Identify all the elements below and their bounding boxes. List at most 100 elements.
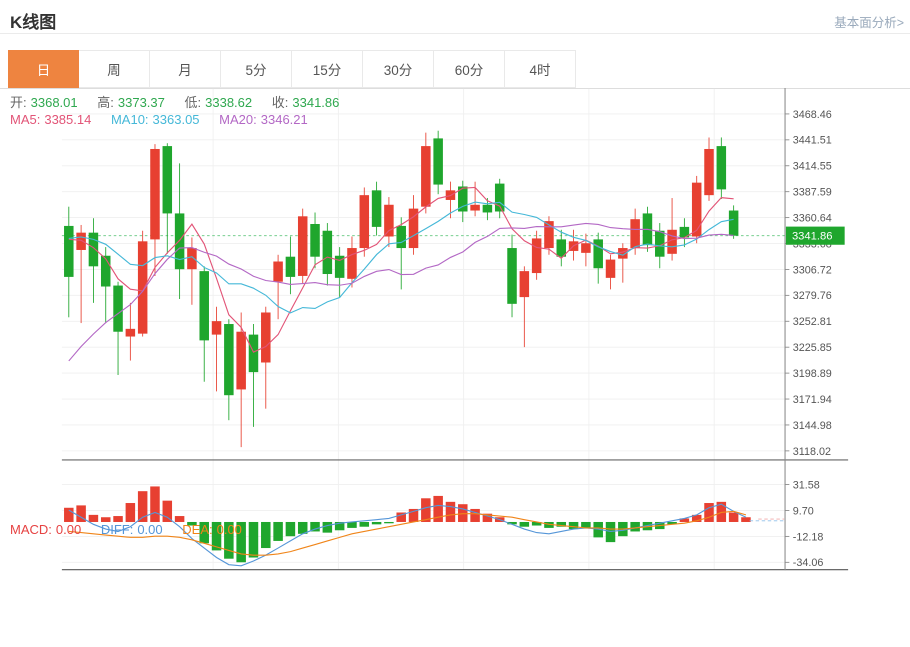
macd-axis-labels: 31.58 9.70 -12.18 -34.06 [785,479,823,569]
candle [89,233,99,267]
candle [175,213,185,269]
price-tick-label: 3171.94 [793,394,832,406]
candle [692,183,702,237]
candle [236,332,246,390]
candle [384,205,394,237]
candle [273,262,283,282]
candle [483,205,493,213]
ohlc-legend: 开:3368.01 高:3373.37 低:3338.62 收:3341.86 [10,92,343,111]
kline-chart-canvas[interactable]: 3468.463441.513414.553387.593360.643333.… [0,88,910,647]
macd-bar [64,508,74,522]
macd-bar [606,522,616,542]
price-tick-label: 3225.85 [793,342,832,354]
candle [360,195,370,248]
macd-bar [261,522,271,548]
macd-bar [126,503,136,522]
macd-bar [741,517,751,522]
candle [606,260,616,278]
macd-bar [249,522,259,558]
macd-bar [372,522,382,524]
price-tick-label: 3441.51 [793,135,832,147]
close-label: 收: [272,95,289,110]
macd-legend: MACD:0.00 DIFF:0.00 DEA:0.00 [10,522,246,537]
price-tick-label: 3360.64 [793,212,832,224]
macd-label: MACD: [10,522,52,537]
ma20-label: MA20: [219,112,257,127]
ma5-value: 3385.14 [44,112,91,127]
price-axis-labels: 3468.463441.513414.553387.593360.643333.… [785,109,832,458]
tab-5分[interactable]: 5分 [221,50,292,88]
close-value: 3341.86 [292,95,339,110]
tab-30分[interactable]: 30分 [363,50,434,88]
macd-bar [150,486,160,522]
candle [717,146,727,189]
page-title: K线图 [10,8,56,33]
price-tick-label: 3306.72 [793,264,832,276]
macd-bar [704,503,714,522]
candle [532,238,542,273]
candle [224,324,234,395]
chart-area[interactable]: 3468.463441.513414.553387.593360.643333.… [0,88,910,647]
macd-bar [446,502,456,522]
price-tick-label: 3118.02 [793,446,831,458]
candle [310,224,320,257]
ma-legend: MA5:3385.14 MA10:3363.05 MA20:3346.21 [10,112,312,127]
macd-tick-label: 31.58 [793,479,820,491]
candle [286,257,296,277]
macd-tick-label: -12.18 [793,531,824,543]
macd-bar [581,522,591,528]
candle [495,184,505,212]
macd-bar [360,522,370,527]
candle [470,205,480,211]
price-tick-label: 3414.55 [793,161,832,173]
candle [507,248,517,304]
tab-15分[interactable]: 15分 [292,50,363,88]
candle [298,216,308,276]
tab-4时[interactable]: 4时 [505,50,576,88]
ma10-label: MA10: [111,112,149,127]
low-value: 3338.62 [205,95,252,110]
candle [347,248,357,279]
tab-月[interactable]: 月 [150,50,221,88]
candle [113,286,123,332]
ma5-label: MA5: [10,112,40,127]
diff-label: DIFF: [101,522,134,537]
macd-tick-label: -34.06 [793,557,824,569]
current-price-badge: 3341.86 [786,227,845,245]
candle [433,138,443,184]
open-label: 开: [10,95,27,110]
macd-value: 0.00 [56,522,81,537]
macd-bar [286,522,296,536]
candle [421,146,431,207]
candle [261,312,271,362]
tab-60分[interactable]: 60分 [434,50,505,88]
price-tick-label: 3387.59 [793,187,832,199]
candle [163,146,173,213]
candle [187,248,197,269]
candle [76,233,86,250]
macd-bar [569,522,579,529]
macd-bar [163,501,173,522]
macd-tick-label: 9.70 [793,505,814,517]
current-price-badge-text: 3341.86 [792,231,833,243]
candle [729,211,739,236]
low-label: 低: [185,95,202,110]
macd-bar [470,509,480,522]
macd-bar [729,513,739,522]
macd-bar [384,522,394,523]
high-value: 3373.37 [118,95,165,110]
candle [323,231,333,274]
candle [396,226,406,248]
candle [126,329,136,337]
tab-周[interactable]: 周 [79,50,150,88]
tab-日[interactable]: 日 [8,50,79,88]
candle [150,149,160,239]
fundamental-analysis-link[interactable]: 基本面分析> [834,12,904,31]
candle [520,271,530,297]
macd-bar [89,515,99,522]
candle [630,219,640,248]
price-tick-label: 3144.98 [793,420,832,432]
open-value: 3368.01 [31,95,78,110]
candle [64,226,74,277]
candle [372,190,382,227]
